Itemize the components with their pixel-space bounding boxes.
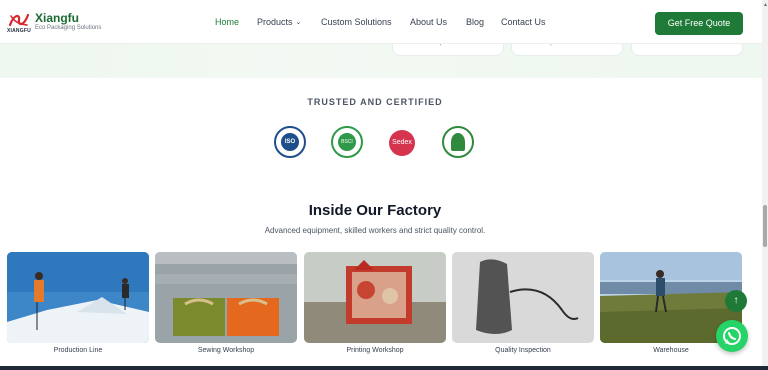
sewing-workshop-image [155, 252, 297, 343]
whatsapp-glyph [723, 327, 741, 345]
brand-name[interactable]: Xiangfu [35, 11, 79, 25]
nav-blog[interactable]: Blog [466, 17, 484, 27]
nav-products[interactable]: Products ⌄ [257, 17, 301, 27]
get-free-quote-button[interactable]: Get Free Quote [655, 12, 743, 35]
quality-inspection-image [452, 252, 594, 343]
nav-contact-us[interactable]: Contact Us [501, 17, 546, 27]
nav-about-us[interactable]: About Us [410, 17, 447, 27]
factory-subtitle: Advanced equipment, skilled workers and … [264, 226, 486, 235]
tile-caption: Production Line [53, 347, 103, 354]
iso-icon: ISO [274, 126, 306, 158]
chevron-down-icon: ⌄ [295, 19, 302, 26]
printing-workshop-image [304, 252, 446, 343]
page-scrollbar[interactable]: ▲ [762, 0, 768, 370]
nav-home[interactable]: Home [215, 17, 239, 27]
sedex-icon: Sedex [389, 130, 415, 156]
gots-shirt-shape [451, 133, 465, 151]
tile-caption: Quality Inspection [495, 347, 551, 354]
arrow-up-icon[interactable]: ↑ [725, 290, 747, 312]
page: options. processes. XIANGFU Xiangfu Eco … [0, 0, 768, 370]
factory-photo-sewing-workshop[interactable] [155, 252, 297, 343]
factory-photo-quality-inspection[interactable] [452, 252, 594, 343]
tile-caption: Sewing Workshop [197, 347, 255, 354]
nav-custom-solutions[interactable]: Custom Solutions [321, 17, 392, 27]
bsci-icon: BSCI [331, 126, 363, 158]
scroll-thumb[interactable] [763, 205, 767, 247]
brand-tagline: Eco Packaging Solutions [35, 25, 102, 31]
factory-photo-printing-workshop[interactable] [304, 252, 446, 343]
bsci-badge-label: BSCI [338, 133, 356, 151]
logo-wordmark: XIANGFU [7, 28, 31, 34]
logo-icon[interactable] [8, 12, 30, 28]
factory-title: Inside Our Factory [308, 202, 442, 219]
whatsapp-icon[interactable] [716, 320, 748, 352]
taskbar-strip [0, 366, 768, 370]
tile-caption: Printing Workshop [346, 347, 404, 354]
nav-products-label: Products [257, 17, 293, 27]
factory-photo-production-line[interactable] [7, 252, 149, 343]
iso-badge-label: ISO [281, 133, 299, 151]
gots-icon [442, 126, 474, 158]
site-header: XIANGFU Xiangfu Eco Packaging Solutions … [0, 0, 762, 44]
production-line-image [7, 252, 149, 343]
scroll-up-arrow-icon[interactable]: ▲ [763, 2, 768, 8]
trusted-heading: TRUSTED AND CERTIFIED [307, 97, 443, 107]
